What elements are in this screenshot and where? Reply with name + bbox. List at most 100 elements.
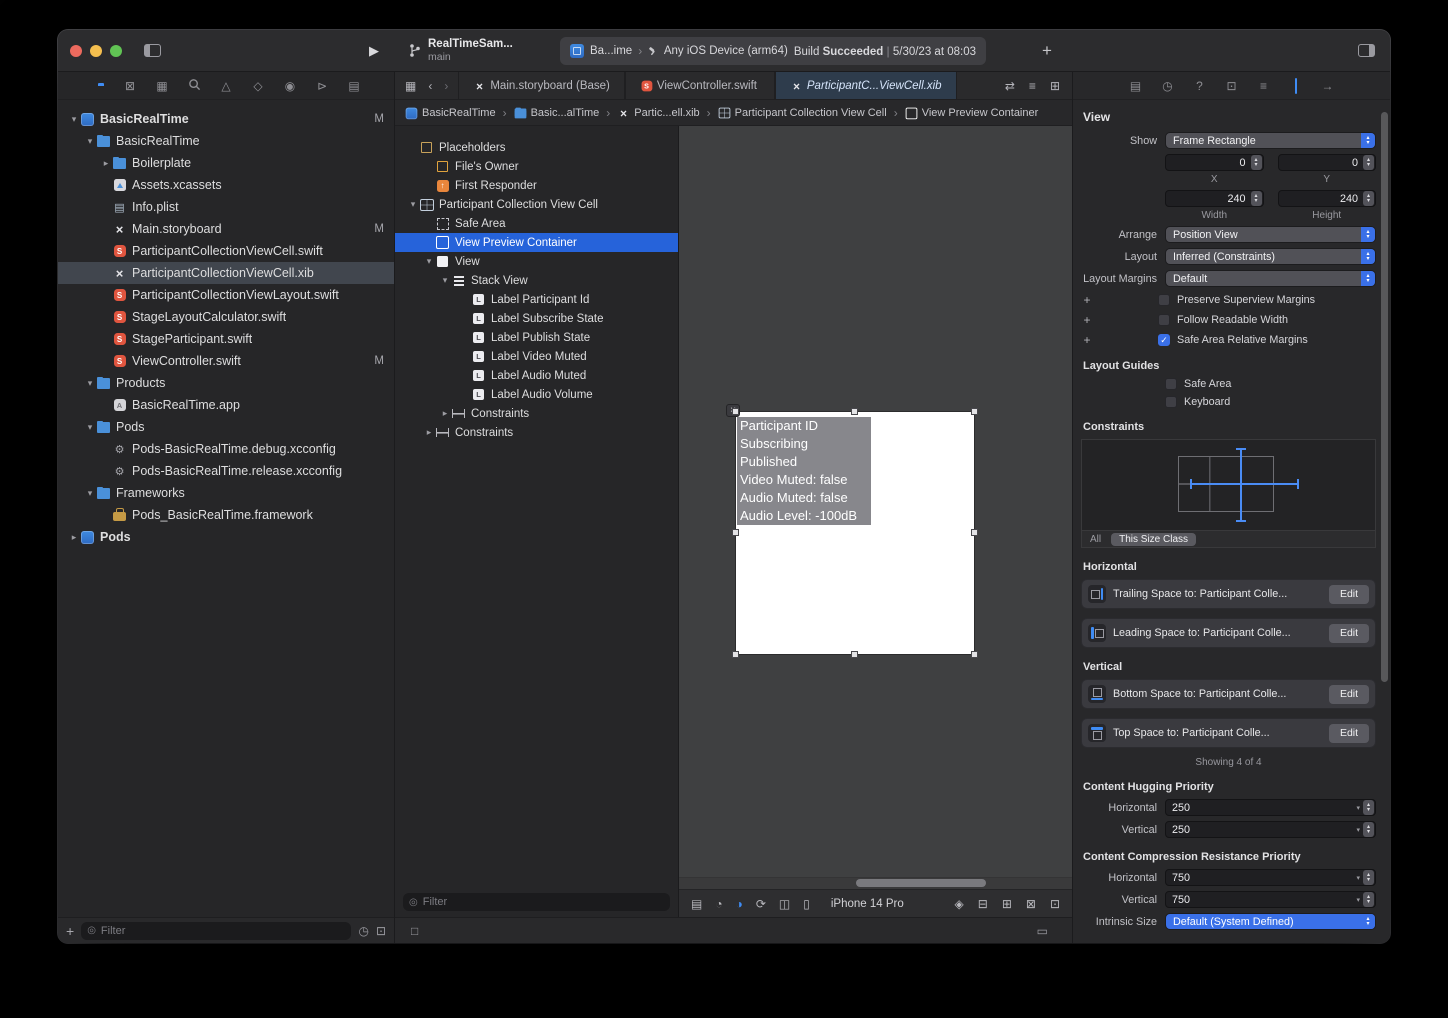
history-inspector-icon[interactable]: ◷ bbox=[1160, 79, 1175, 93]
toggle-inspector-icon[interactable] bbox=[1358, 44, 1375, 57]
device-icon[interactable]: ▯ bbox=[803, 897, 810, 911]
outline-filter-field[interactable]: ◎ Filter bbox=[403, 893, 670, 911]
minimize-window-button[interactable] bbox=[90, 44, 102, 57]
file-row[interactable]: BasicRealTime M bbox=[58, 108, 394, 130]
file-row[interactable]: ParticipantCollectionViewCell.swift bbox=[58, 240, 394, 262]
stepper-icon[interactable]: ▴ ▾ bbox=[1250, 191, 1262, 206]
outline-row[interactable]: First Responder bbox=[395, 176, 678, 195]
file-inspector-icon[interactable]: ▤ bbox=[1128, 79, 1143, 93]
resize-handle[interactable] bbox=[732, 408, 739, 415]
file-row[interactable]: Pods-BasicRealTime.release.xcconfig bbox=[58, 460, 394, 482]
file-row[interactable]: Frameworks bbox=[58, 482, 394, 504]
outline-row[interactable]: View Preview Container bbox=[395, 233, 678, 252]
device-name[interactable]: iPhone 14 Pro bbox=[831, 898, 904, 910]
checkbox[interactable] bbox=[1165, 396, 1177, 408]
resize-handle[interactable] bbox=[732, 651, 739, 658]
disclosure-chevron-icon[interactable] bbox=[84, 136, 96, 147]
preview-label[interactable]: Published bbox=[737, 453, 871, 471]
outline-row[interactable]: Label Video Muted bbox=[395, 347, 678, 366]
checkbox[interactable] bbox=[1165, 378, 1177, 390]
layout-popup[interactable]: Inferred (Constraints) ▴ ▾ bbox=[1165, 248, 1376, 265]
file-row[interactable]: Main.storyboard M bbox=[58, 218, 394, 240]
toggle-navigator-icon[interactable] bbox=[144, 44, 161, 57]
disclosure-chevron-icon[interactable] bbox=[439, 408, 451, 419]
outline-row[interactable]: File's Owner bbox=[395, 157, 678, 176]
breadcrumb-item[interactable]: Participant Collection View Cell bbox=[700, 106, 887, 120]
size-inspector-icon[interactable] bbox=[1288, 77, 1303, 94]
rotate-device-icon[interactable]: ⟳ bbox=[756, 897, 766, 911]
plus-icon[interactable]: + bbox=[1081, 293, 1093, 307]
stepper-icon[interactable]: ▴ ▾ bbox=[1363, 155, 1374, 170]
width-field[interactable]: 240 ▴ ▾ bbox=[1165, 190, 1264, 207]
file-row[interactable]: StageParticipant.swift bbox=[58, 328, 394, 350]
edit-constraint-button[interactable]: Edit bbox=[1329, 584, 1369, 604]
swap-editor-icon[interactable]: ⇄ bbox=[1005, 79, 1015, 93]
file-row[interactable]: Pods_BasicRealTime.framework bbox=[58, 504, 394, 526]
run-button[interactable]: ▶ bbox=[369, 43, 379, 59]
outline-row[interactable]: Participant Collection View Cell bbox=[395, 195, 678, 214]
editor-options-icon[interactable]: ▤ bbox=[691, 897, 702, 911]
y-field[interactable]: 0 ▴ ▾ bbox=[1277, 154, 1376, 171]
outline-row[interactable]: View bbox=[395, 252, 678, 271]
resize-handle[interactable] bbox=[732, 529, 739, 536]
resize-handle[interactable] bbox=[971, 408, 978, 415]
outline-row[interactable]: Label Audio Muted bbox=[395, 366, 678, 385]
disclosure-chevron-icon[interactable] bbox=[84, 378, 96, 389]
show-popup[interactable]: Frame Rectangle ▴ ▾ bbox=[1165, 132, 1376, 149]
connections-inspector-icon[interactable]: → bbox=[1320, 79, 1335, 93]
recent-files-icon[interactable]: ◷ bbox=[358, 924, 368, 938]
arrange-popup[interactable]: Position View ▴ ▾ bbox=[1165, 226, 1376, 243]
height-field[interactable]: 240 ▴ ▾ bbox=[1277, 190, 1376, 207]
inspector-scrollbar-thumb[interactable] bbox=[1381, 112, 1388, 682]
resize-handle[interactable] bbox=[971, 529, 978, 536]
plus-icon[interactable]: + bbox=[1081, 333, 1093, 347]
outline-row[interactable]: Stack View bbox=[395, 271, 678, 290]
horizontal-scrollbar[interactable] bbox=[679, 877, 1072, 889]
scheme-selector[interactable]: RealTimeSam... main bbox=[409, 38, 513, 63]
preview-label[interactable]: Participant ID bbox=[737, 417, 871, 435]
close-window-button[interactable] bbox=[70, 44, 82, 57]
color-scheme-icon[interactable]: ◑ bbox=[736, 897, 743, 911]
variants-icon[interactable]: ◔ bbox=[715, 897, 722, 911]
editor-tab[interactable]: Main.storyboard (Base) bbox=[458, 72, 625, 99]
attributes-inspector-icon[interactable]: ≡ bbox=[1256, 79, 1271, 93]
stepper-icon[interactable]: ▴ ▾ bbox=[1363, 892, 1374, 907]
file-row[interactable]: Boilerplate bbox=[58, 152, 394, 174]
plus-icon[interactable]: + bbox=[1081, 313, 1093, 327]
stepper-icon[interactable]: ▴ ▾ bbox=[1363, 822, 1374, 837]
file-row[interactable]: Pods-BasicRealTime.debug.xcconfig bbox=[58, 438, 394, 460]
file-row[interactable]: ViewController.swift M bbox=[58, 350, 394, 372]
embed-icon[interactable]: ⊡ bbox=[1050, 897, 1060, 911]
activity-status[interactable]: Ba...ime › Any iOS Device (arm64) Build … bbox=[560, 37, 986, 65]
disclosure-chevron-icon[interactable] bbox=[68, 532, 80, 543]
disclosure-chevron-icon[interactable] bbox=[423, 256, 435, 267]
editor-tab[interactable]: ParticipantC...ViewCell.xib bbox=[774, 72, 957, 99]
breadcrumb-item[interactable]: BasicRealTime bbox=[405, 106, 496, 120]
resize-handle[interactable] bbox=[971, 651, 978, 658]
filter-size-class-button[interactable]: This Size Class bbox=[1111, 532, 1197, 546]
preview-label[interactable]: Subscribing bbox=[737, 435, 871, 453]
preview-label[interactable]: Audio Muted: false bbox=[737, 489, 871, 507]
align-icon[interactable]: ⊟ bbox=[978, 897, 988, 911]
constraint-row[interactable]: Top Space to: Participant Colle... Edit bbox=[1081, 718, 1376, 748]
edit-constraint-button[interactable]: Edit bbox=[1329, 623, 1369, 643]
compression-vertical-field[interactable]: 750 ▾ ▴ ▾ bbox=[1165, 891, 1376, 908]
file-row[interactable]: ParticipantCollectionViewLayout.swift bbox=[58, 284, 394, 306]
issues-navigator-icon[interactable]: △ bbox=[219, 80, 234, 92]
disclosure-chevron-icon[interactable] bbox=[100, 158, 112, 169]
resize-handle[interactable] bbox=[851, 408, 858, 415]
adapt-icon[interactable]: ◫ bbox=[779, 897, 790, 911]
back-button[interactable]: ‹ bbox=[428, 79, 432, 93]
reports-navigator-icon[interactable]: ▤ bbox=[347, 80, 362, 92]
file-row[interactable]: Info.plist bbox=[58, 196, 394, 218]
show-outline-toggle-icon[interactable]: □ bbox=[411, 924, 418, 938]
file-row[interactable]: StageLayoutCalculator.swift bbox=[58, 306, 394, 328]
outline-row[interactable]: Label Audio Volume bbox=[395, 385, 678, 404]
identity-inspector-icon[interactable]: ⊡ bbox=[1224, 79, 1239, 93]
filter-all-button[interactable]: All bbox=[1090, 534, 1101, 545]
resolve-autolayout-icon[interactable]: ⊠ bbox=[1026, 897, 1036, 911]
zoom-window-button[interactable] bbox=[110, 44, 122, 57]
stack-view-overlay[interactable]: Participant ID Subscribing Published Vid… bbox=[737, 417, 871, 525]
disclosure-chevron-icon[interactable] bbox=[84, 488, 96, 499]
outline-row[interactable]: Constraints bbox=[395, 423, 678, 442]
